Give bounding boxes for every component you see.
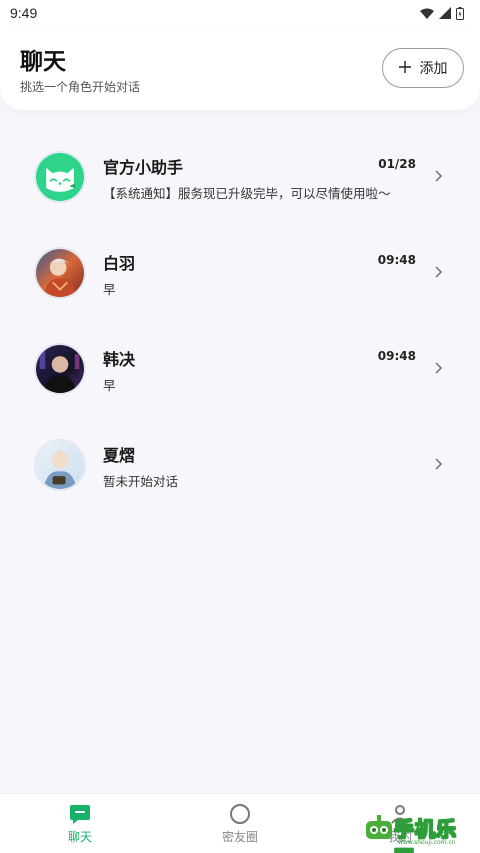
chat-bubble-icon	[70, 805, 90, 824]
status-bar: 9:49	[0, 0, 480, 26]
chat-preview: 早	[103, 378, 116, 393]
add-button[interactable]: 添加	[382, 48, 464, 88]
watermark-icon	[366, 815, 392, 839]
chat-name: 韩决	[103, 350, 136, 369]
chat-preview: 暂未开始对话	[103, 474, 179, 489]
chat-time: 09:48	[377, 253, 416, 267]
add-button-label: 添加	[419, 61, 448, 77]
chevron-right-icon	[435, 458, 442, 470]
circle-icon	[230, 804, 250, 824]
nav-tab-chat[interactable]: 聊天	[40, 803, 120, 845]
battery-icon	[456, 6, 464, 20]
chat-row-xiayi[interactable]: 夏熠 暂未开始对话	[0, 414, 480, 510]
chat-name: 白羽	[103, 254, 136, 273]
character-avatar	[34, 343, 86, 395]
character-avatar	[34, 247, 86, 299]
chat-row-baiyu[interactable]: 白羽 09:48 早	[0, 222, 480, 318]
watermark-logo: 手机乐园 www.shouji.com.cn	[364, 809, 476, 853]
header: 聊天 挑选一个角色开始对话 添加	[0, 26, 480, 110]
nav-label-chat: 聊天	[67, 830, 92, 844]
chat-preview: 早	[103, 282, 116, 297]
chat-time: 01/28	[378, 157, 416, 171]
plus-icon	[398, 59, 411, 77]
chat-name: 夏熠	[103, 446, 136, 465]
signal-icon	[439, 7, 451, 19]
watermark-url: www.shouji.com.cn	[398, 839, 456, 846]
chevron-right-icon	[435, 170, 442, 182]
chevron-right-icon	[435, 266, 442, 278]
page-subtitle: 挑选一个角色开始对话	[20, 80, 141, 94]
chat-time: 09:48	[377, 349, 416, 363]
watermark-text: 手机乐园	[394, 817, 457, 853]
wifi-icon	[420, 8, 434, 19]
character-avatar	[34, 439, 86, 491]
page-title: 聊天	[20, 49, 66, 75]
status-icons	[420, 6, 464, 20]
bottom-nav: 聊天 密友圈 我的 手机乐园 www.shouji.com.cn	[0, 793, 480, 853]
chat-preview: 【系统通知】服务现已升级完毕，可以尽情使用啦～	[103, 186, 391, 201]
cat-logo-avatar	[34, 151, 86, 203]
nav-label-moments: 密友圈	[221, 830, 258, 844]
chevron-right-icon	[435, 362, 442, 374]
status-time: 9:49	[10, 5, 38, 21]
chat-name: 官方小助手	[103, 158, 184, 177]
chat-row-official-assistant[interactable]: 官方小助手 01/28 【系统通知】服务现已升级完毕，可以尽情使用啦～	[0, 126, 480, 222]
chat-row-hanjue[interactable]: 韩决 09:48 早	[0, 318, 480, 414]
nav-tab-moments[interactable]: 密友圈	[200, 803, 280, 845]
